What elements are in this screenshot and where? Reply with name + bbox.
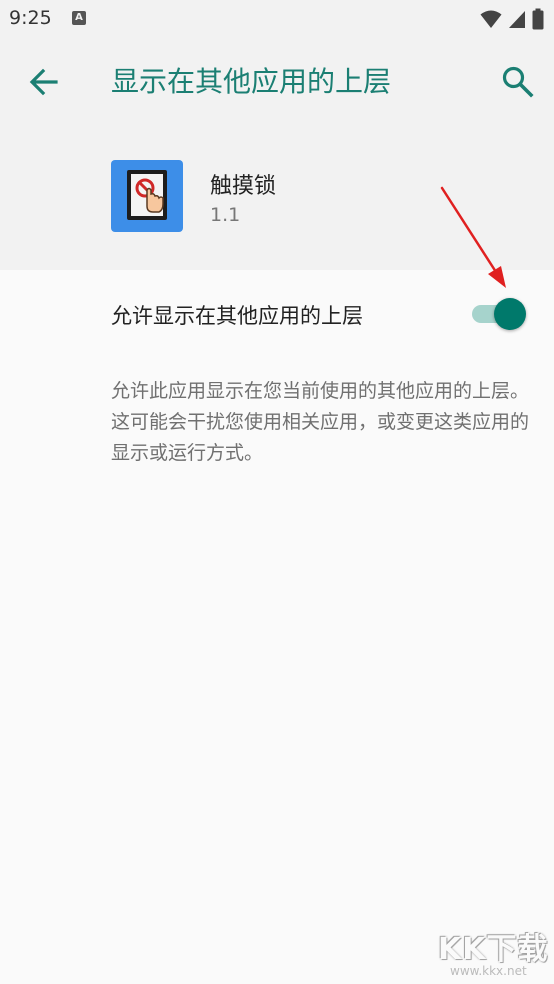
touch-lock-app-icon (111, 160, 183, 232)
app-name: 触摸锁 (210, 174, 277, 199)
wifi-icon (480, 10, 502, 28)
battery-icon (532, 8, 544, 30)
signal-icon (509, 11, 525, 28)
status-time: 9:25 (9, 7, 52, 29)
status-icons (480, 8, 544, 30)
permission-description: 允许此应用显示在您当前使用的其他应用的上层。这可能会干扰您使用相关应用，或变更这… (111, 380, 530, 464)
search-icon[interactable] (500, 64, 534, 98)
status-bar: 9:25 A (0, 0, 554, 38)
watermark-url: www.kkx.net (450, 964, 527, 978)
tablet-hand-icon (127, 170, 167, 220)
watermark-brand: KK下载 (438, 932, 549, 967)
a-notification-icon: A (72, 11, 86, 25)
allow-overlay-switch[interactable] (470, 298, 526, 330)
allow-overlay-label: 允许显示在其他应用的上层 (111, 304, 363, 328)
app-bar: 显示在其他应用的上层 触摸锁 1.1 (0, 38, 554, 270)
arrow-left-icon[interactable] (26, 64, 62, 100)
kk-watermark: KK下载 www.kkx.net (420, 924, 550, 982)
app-version: 1.1 (210, 204, 241, 226)
allow-overlay-toggle-row[interactable]: 允许显示在其他应用的上层 (0, 270, 554, 356)
switch-thumb (494, 298, 526, 330)
page-title: 显示在其他应用的上层 (111, 65, 392, 98)
